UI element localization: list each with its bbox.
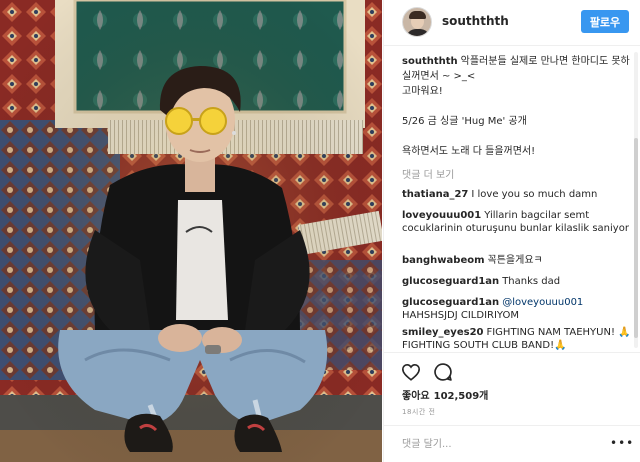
comment-username[interactable]: glucoseguard1an [402,276,499,287]
avatar[interactable] [402,7,432,37]
comment-mention[interactable]: @loveyouuu001 [502,297,583,308]
comment-username[interactable]: glucoseguard1an [402,297,499,308]
scrollbar-thumb[interactable] [634,138,638,338]
comment-text: I love you so much damn [471,189,598,200]
comment-item: glucoseguard1an Thanks dad [402,275,634,288]
caption-line1: souththth 악플러분들 실제로 만나면 한마디도 못하실꺼면서 ~ >_< [402,54,632,84]
caption-username[interactable]: souththth [402,56,458,67]
comments-scrollbar[interactable] [634,52,638,348]
comment-item: thatiana_27 I love you so much damn [402,188,634,201]
heart-icon[interactable] [400,361,422,383]
post-photo-image [0,0,382,462]
comment-username[interactable]: loveyouuu001 [402,210,481,221]
comment-item: banghwabeom 꼭튼을게요ㅋ [402,254,634,267]
comment-item: smiley_eyes20 FIGHTING NAM TAEHYUN! 🙏 FIG… [402,326,634,352]
likes-label: 좋아요 [402,391,430,402]
avatar-body [406,29,430,36]
comment-username[interactable]: banghwabeom [402,255,485,266]
post-photo[interactable] [0,0,382,462]
comment-item: loveyouuu001 Yillarin bagcilar semt cocuk… [402,209,634,235]
add-comment-bar: ••• [384,425,640,462]
comment-text: Thanks dad [502,276,561,287]
follow-button[interactable]: 팔로우 [581,10,629,33]
comment-input[interactable] [402,435,602,453]
more-options-icon[interactable]: ••• [610,436,634,450]
comment-username[interactable]: thatiana_27 [402,189,468,200]
header-username[interactable]: souththth [442,14,509,28]
comment-username[interactable]: smiley_eyes20 [402,327,483,338]
load-more-comments[interactable]: 댓글 더 보기 [402,166,454,181]
post-caption: souththth 악플러분들 실제로 만나면 한마디도 못하실꺼면서 ~ >_<… [402,54,632,159]
avatar-hair [409,11,426,19]
caption-line2: 고마워요! [402,86,443,97]
comments-section: souththth 악플러분들 실제로 만나면 한마디도 못하실꺼면서 ~ >_<… [384,46,640,352]
likes-number: 102,509개 [433,391,489,402]
post-actions [384,352,640,384]
comment-text: HAHSHSJDJ CILDIRIYOM [402,310,519,321]
post-detail-panel: souththth 팔로우 souththth 악플러분들 실제로 만나면 한마디… [383,0,640,462]
likes-count[interactable]: 좋아요 102,509개 [402,387,488,402]
post-header: souththth 팔로우 [384,0,640,46]
comment-item: glucoseguard1an @loveyouuu001 HAHSHSJDJ C… [402,296,634,322]
comment-text: 꼭튼을게요ㅋ [487,255,543,266]
caption-line3: 5/26 금 싱글 'Hug Me' 공개 [402,116,527,127]
comment-icon[interactable] [432,361,454,383]
caption-line4: 욕하면서도 노래 다 들을꺼면서! [402,146,536,157]
post-timestamp[interactable]: 18시간 전 [402,407,435,417]
